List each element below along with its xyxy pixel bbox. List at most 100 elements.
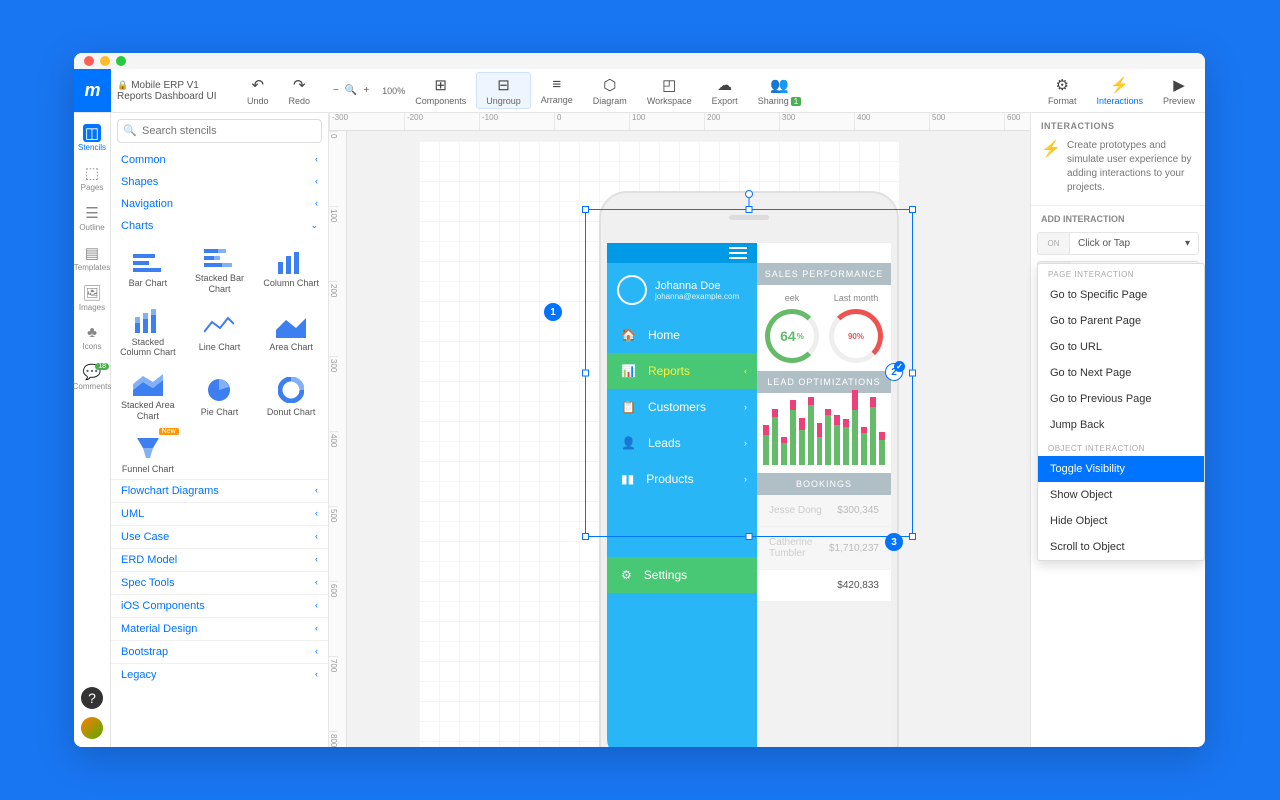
stencils-panel: Common‹ Shapes‹ Navigation‹ Charts⌄ Bar … [111, 113, 329, 747]
dd-item[interactable]: Go to Next Page [1038, 360, 1204, 386]
templates-icon: ▤ [85, 244, 99, 262]
chevron-left-icon: ‹ [315, 669, 318, 681]
category-common[interactable]: Common‹ [111, 149, 328, 171]
section-leads: LEAD OPTIMIZATIONS [757, 371, 891, 393]
dd-item[interactable]: Show Object [1038, 482, 1204, 508]
interaction-marker-1[interactable]: 1 [544, 303, 562, 321]
components-icon: ⊞ [434, 76, 447, 94]
stencil-stacked-area-chart[interactable]: Stacked Area Chart [113, 364, 183, 426]
section-bookings: BOOKINGS [757, 473, 891, 495]
nav-reports[interactable]: 📊Reports‹ [607, 353, 757, 389]
on-trigger-field[interactable]: ON Click or Tap▾ [1037, 232, 1199, 255]
dd-item[interactable]: Go to Parent Page [1038, 308, 1204, 334]
artboard[interactable]: Johanna Doejohanna@example.com 🏠Home 📊Re… [419, 141, 899, 747]
nav-products[interactable]: ▮▮Products› [607, 461, 757, 497]
nav-customers[interactable]: 📋Customers› [607, 389, 757, 425]
stencil-area-chart[interactable]: Area Chart [256, 301, 326, 363]
undo-icon: ↶ [251, 76, 264, 94]
interaction-marker-2[interactable]: 2 [885, 363, 903, 381]
hamburger-icon[interactable] [729, 247, 747, 259]
category-navigation[interactable]: Navigation‹ [111, 193, 328, 215]
help-button[interactable]: ? [81, 687, 103, 709]
format-button[interactable]: ⚙Format [1038, 69, 1087, 112]
category-spec[interactable]: Spec Tools‹ [111, 571, 328, 594]
nav-settings[interactable]: ⚙Settings [607, 557, 757, 593]
tab-comments[interactable]: 18💬Comments [74, 358, 110, 396]
tab-images[interactable]: 🖼Images [74, 279, 110, 317]
dd-item[interactable]: Go to Previous Page [1038, 386, 1204, 412]
category-flowchart[interactable]: Flowchart Diagrams‹ [111, 479, 328, 502]
app-logo[interactable]: m [74, 69, 111, 112]
category-erd[interactable]: ERD Model‹ [111, 548, 328, 571]
undo-button[interactable]: ↶Undo [237, 69, 279, 112]
stencil-column-chart[interactable]: Column Chart [256, 237, 326, 299]
workspace-button[interactable]: ◰Workspace [637, 69, 702, 112]
bar-chart [757, 393, 891, 473]
stencil-donut-chart[interactable]: Donut Chart [256, 364, 326, 426]
nav-home[interactable]: 🏠Home [607, 317, 757, 353]
chevron-left-icon: ‹ [315, 176, 318, 188]
arrange-button[interactable]: ≡Arrange [531, 69, 583, 112]
zoom-control[interactable]: −🔍+ [320, 85, 382, 96]
category-shapes[interactable]: Shapes‹ [111, 171, 328, 193]
format-icon: ⚙ [1055, 76, 1068, 94]
chevron-left-icon: ‹ [315, 623, 318, 635]
stencil-pie-chart[interactable]: Pie Chart [185, 364, 255, 426]
stacked-column-icon [133, 309, 163, 333]
pages-icon: ⬚ [85, 164, 99, 182]
category-uml[interactable]: UML‹ [111, 502, 328, 525]
search-input[interactable] [117, 119, 322, 143]
stencil-stacked-bar-chart[interactable]: Stacked Bar Chart [185, 237, 255, 299]
interaction-marker-3[interactable]: 3 [885, 533, 903, 551]
resize-handle[interactable] [909, 533, 916, 540]
stencil-bar-chart[interactable]: Bar Chart [113, 237, 183, 299]
category-ios[interactable]: iOS Components‹ [111, 594, 328, 617]
tab-icons[interactable]: ♣Icons [74, 319, 110, 356]
canvas[interactable]: -300-200-1000100200300400500600700800 01… [329, 113, 1030, 747]
interactions-button[interactable]: ⚡Interactions [1086, 69, 1153, 112]
dd-item[interactable]: Jump Back [1038, 412, 1204, 438]
tab-stencils[interactable]: ◫Stencils [74, 119, 110, 157]
window-zoom-icon[interactable] [116, 56, 126, 66]
nav-leads[interactable]: 👤Leads› [607, 425, 757, 461]
components-button[interactable]: ⊞Components [405, 69, 476, 112]
chevron-left-icon: ‹ [315, 554, 318, 566]
category-legacy[interactable]: Legacy‹ [111, 663, 328, 686]
phone-speaker [729, 215, 769, 220]
user-avatar[interactable] [81, 717, 103, 739]
ungroup-icon: ⊟ [497, 76, 510, 94]
stencil-line-chart[interactable]: Line Chart [185, 301, 255, 363]
chevron-left-icon: ‹ [315, 577, 318, 589]
dd-item[interactable]: Go to URL [1038, 334, 1204, 360]
dd-item[interactable]: Hide Object [1038, 508, 1204, 534]
category-material[interactable]: Material Design‹ [111, 617, 328, 640]
export-button[interactable]: ☁Export [702, 69, 748, 112]
dd-item[interactable]: Go to Specific Page [1038, 282, 1204, 308]
sharing-button[interactable]: 👥Sharing1 [748, 69, 811, 112]
resize-handle[interactable] [909, 370, 916, 377]
tab-outline[interactable]: ☰Outline [74, 199, 110, 237]
window-minimize-icon[interactable] [100, 56, 110, 66]
preview-button[interactable]: ▶Preview [1153, 69, 1205, 112]
tab-pages[interactable]: ⬚Pages [74, 159, 110, 197]
project-info[interactable]: 🔒Mobile ERP V1 Reports Dashboard UI [111, 69, 237, 112]
category-bootstrap[interactable]: Bootstrap‹ [111, 640, 328, 663]
phone-mockup[interactable]: Johanna Doejohanna@example.com 🏠Home 📊Re… [599, 191, 899, 747]
diagram-button[interactable]: ⬡Diagram [583, 69, 637, 112]
donut-chart-icon [278, 377, 304, 403]
resize-handle[interactable] [909, 206, 916, 213]
redo-button[interactable]: ↷Redo [279, 69, 321, 112]
dd-item[interactable]: Scroll to Object [1038, 534, 1204, 560]
ungroup-button[interactable]: ⊟Ungroup [476, 72, 531, 109]
window-close-icon[interactable] [84, 56, 94, 66]
stencil-funnel-chart[interactable]: NewFunnel Chart [113, 428, 183, 479]
dd-item[interactable]: Toggle Visibility [1038, 456, 1204, 482]
tab-templates[interactable]: ▤Templates [74, 239, 110, 277]
category-charts[interactable]: Charts⌄ [111, 215, 328, 237]
interactions-icon: ⚡ [1110, 76, 1129, 94]
app-window: m 🔒Mobile ERP V1 Reports Dashboard UI ↶U… [74, 53, 1205, 747]
category-usecase[interactable]: Use Case‹ [111, 525, 328, 548]
booking-row: Catherine Tumbler$1,710,237 [757, 527, 891, 570]
stencil-stacked-column-chart[interactable]: Stacked Column Chart [113, 301, 183, 363]
chevron-left-icon: ‹ [315, 198, 318, 210]
